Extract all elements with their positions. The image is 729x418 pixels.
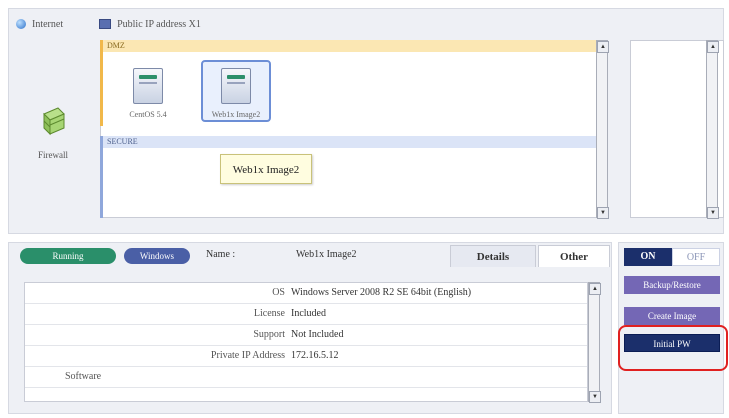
public-ip-icon xyxy=(99,19,112,29)
row-key: Software xyxy=(65,371,102,382)
table-row: Private IP Address 172.16.5.12 xyxy=(25,346,587,367)
os-badge: Windows xyxy=(124,248,190,264)
scroll-up-arrow-icon[interactable]: ▲ xyxy=(707,41,719,53)
dmz-label: DMZ xyxy=(103,40,608,52)
power-off-button[interactable]: OFF xyxy=(672,248,720,266)
details-scrollbar[interactable]: ▲ ▼ xyxy=(588,282,601,403)
status-badge: Running xyxy=(20,248,116,264)
scroll-up-arrow-icon[interactable]: ▲ xyxy=(597,41,609,53)
table-row: License Included xyxy=(25,304,587,325)
row-value xyxy=(291,367,587,387)
scroll-down-arrow-icon[interactable]: ▼ xyxy=(707,207,719,219)
row-key: OS xyxy=(272,287,285,298)
server-centos[interactable]: CentOS 5.4 xyxy=(118,60,178,122)
row-key: License xyxy=(253,308,285,319)
row-key: Private IP Address xyxy=(210,350,285,361)
initial-pw-highlight xyxy=(618,325,728,371)
tab-details[interactable]: Details xyxy=(450,245,536,267)
server-icon xyxy=(133,68,163,104)
internet-label: Internet xyxy=(32,18,64,30)
row-value: Not Included xyxy=(291,329,344,340)
power-on-button[interactable]: ON xyxy=(624,248,672,266)
row-key: Support xyxy=(253,329,285,340)
top-bar: Internet Public IP address X1 xyxy=(16,14,201,34)
row-value: Windows Server 2008 R2 SE 64bit (English… xyxy=(291,287,472,298)
table-row: OS Windows Server 2008 R2 SE 64bit (Engl… xyxy=(25,283,587,304)
name-value: Web1x Image2 xyxy=(296,249,357,260)
server-name: Web1x Image2 xyxy=(211,110,261,119)
secure-label: SECURE xyxy=(103,136,608,148)
public-ip-label: Public IP address X1 xyxy=(117,18,201,30)
server-tooltip: Web1x Image2 xyxy=(220,154,312,184)
row-value: Included xyxy=(291,308,326,319)
scroll-up-arrow-icon[interactable]: ▲ xyxy=(589,283,601,295)
server-icon xyxy=(221,68,251,104)
scroll-down-arrow-icon[interactable]: ▼ xyxy=(589,391,601,403)
server-web1x-selected[interactable]: Web1x Image2 xyxy=(201,60,271,122)
secure-zone xyxy=(100,136,608,218)
table-row: Support Not Included xyxy=(25,325,587,346)
server-name: CentOS 5.4 xyxy=(129,110,167,119)
scroll-down-arrow-icon[interactable]: ▼ xyxy=(597,207,609,219)
right-scrollbar[interactable]: ▲ ▼ xyxy=(706,40,719,219)
row-value: 172.16.5.12 xyxy=(291,350,339,361)
firewall-label: Firewall xyxy=(38,150,68,160)
network-scrollbar[interactable]: ▲ ▼ xyxy=(596,40,609,219)
tab-other[interactable]: Other xyxy=(538,245,610,267)
internet-globe-icon xyxy=(16,19,26,29)
backup-restore-button[interactable]: Backup/Restore xyxy=(624,276,720,294)
details-table: OS Windows Server 2008 R2 SE 64bit (Engl… xyxy=(24,282,588,402)
name-label: Name : xyxy=(206,249,236,260)
firewall-icon[interactable] xyxy=(40,104,66,136)
create-image-button[interactable]: Create Image xyxy=(624,307,720,325)
table-row: Software xyxy=(25,367,587,388)
